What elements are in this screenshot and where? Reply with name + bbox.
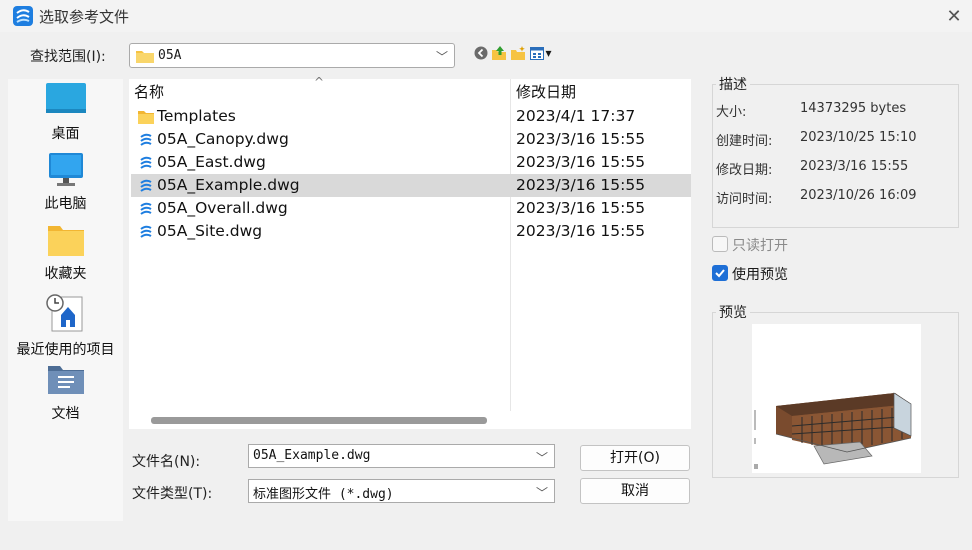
file-date: 2023/3/16 15:55 xyxy=(516,153,646,171)
list-item[interactable]: Templates 2023/4/1 17:37 xyxy=(131,105,691,128)
places-sidebar: 桌面 此电脑 收藏夹 最近使用的项目 文档 xyxy=(8,79,123,521)
sidebar-item-favorites[interactable]: 收藏夹 xyxy=(8,223,123,285)
desktop-icon xyxy=(46,83,86,117)
created-value: 2023/10/25 15:10 xyxy=(800,130,917,145)
recent-items-icon xyxy=(46,293,86,333)
file-name: 05A_East.dwg xyxy=(157,153,266,171)
filetype-value: 标准图形文件 (*.dwg) xyxy=(253,487,394,502)
filetype-label: 文件类型(T): xyxy=(132,486,213,502)
sidebar-item-label: 文档 xyxy=(51,406,80,422)
checkmark-icon xyxy=(715,269,725,278)
file-name: 05A_Overall.dwg xyxy=(157,199,288,217)
title-bar: 选取参考文件 ✕ xyxy=(0,0,972,32)
filename-value: 05A_Example.dwg xyxy=(253,448,371,463)
file-date: 2023/4/1 17:37 xyxy=(516,107,636,125)
dialog-title: 选取参考文件 xyxy=(39,8,130,26)
sidebar-item-label: 收藏夹 xyxy=(44,266,87,282)
use-preview-checkbox[interactable] xyxy=(712,265,728,281)
horizontal-scrollbar[interactable] xyxy=(129,411,691,429)
file-list[interactable]: 名称 ^ 修改日期 Templates 2023/4/1 17:37 05A_C… xyxy=(129,75,691,411)
preview-thumbnail-image xyxy=(752,324,921,473)
scrollbar-thumb[interactable] xyxy=(151,417,487,424)
file-name: 05A_Site.dwg xyxy=(157,222,263,240)
app-logo-icon xyxy=(13,6,33,26)
sidebar-item-label: 最近使用的项目 xyxy=(16,342,115,358)
description-title: 描述 xyxy=(716,74,750,94)
readonly-checkbox[interactable] xyxy=(712,236,728,252)
list-item[interactable]: 05A_Overall.dwg 2023/3/16 15:55 xyxy=(131,197,691,220)
chevron-down-icon[interactable]: ﹀ xyxy=(536,484,548,501)
dwg-file-icon xyxy=(140,156,152,169)
readonly-label: 只读打开 xyxy=(732,238,788,254)
sidebar-item-documents[interactable]: 文档 xyxy=(8,363,123,425)
sidebar-item-label: 此电脑 xyxy=(44,196,87,212)
new-folder-icon[interactable] xyxy=(509,44,527,62)
back-icon[interactable] xyxy=(472,44,490,62)
sort-ascending-icon: ^ xyxy=(314,75,325,89)
preview-title: 预览 xyxy=(716,302,750,322)
file-name: Templates xyxy=(157,107,236,125)
close-button[interactable]: ✕ xyxy=(938,2,970,30)
lookin-path-combo[interactable]: 05A ﹀ xyxy=(129,43,455,68)
building-model-drawing xyxy=(754,392,912,469)
file-date: 2023/3/16 15:55 xyxy=(516,176,646,194)
favorites-folder-icon xyxy=(46,223,86,257)
sidebar-item-label: 桌面 xyxy=(51,126,80,142)
sidebar-item-desktop[interactable]: 桌面 xyxy=(8,83,123,145)
list-item[interactable]: 05A_Site.dwg 2023/3/16 15:55 xyxy=(131,220,691,243)
sidebar-item-recent[interactable]: 最近使用的项目 xyxy=(8,293,123,365)
chevron-down-icon[interactable]: ﹀ xyxy=(436,48,448,65)
accessed-value: 2023/10/26 16:09 xyxy=(800,188,917,203)
sidebar-item-this-pc[interactable]: 此电脑 xyxy=(8,153,123,215)
open-button[interactable]: 打开(O) xyxy=(580,445,690,471)
column-header-date[interactable]: 修改日期 xyxy=(516,81,576,102)
view-menu-caret: ▾ xyxy=(545,46,552,60)
dwg-file-icon xyxy=(140,202,152,215)
folder-icon xyxy=(136,51,154,63)
accessed-label: 访问时间: xyxy=(716,192,773,207)
modified-label: 修改日期: xyxy=(716,163,773,178)
cancel-button[interactable]: 取消 xyxy=(580,478,690,504)
use-preview-label: 使用预览 xyxy=(732,267,788,283)
documents-icon xyxy=(46,363,86,397)
file-date: 2023/3/16 15:55 xyxy=(516,130,646,148)
filename-label: 文件名(N): xyxy=(132,454,201,470)
list-item[interactable]: 05A_Canopy.dwg 2023/3/16 15:55 xyxy=(131,128,691,151)
column-header-name[interactable]: 名称 xyxy=(134,81,164,102)
file-date: 2023/3/16 15:55 xyxy=(516,222,646,240)
created-label: 创建时间: xyxy=(716,134,773,149)
lookin-path-value: 05A xyxy=(158,48,182,63)
dwg-file-icon xyxy=(140,225,152,238)
size-value: 14373295 bytes xyxy=(800,101,907,116)
file-name: 05A_Example.dwg xyxy=(157,176,300,194)
file-name: 05A_Canopy.dwg xyxy=(157,130,289,148)
dwg-file-icon xyxy=(140,133,152,146)
dwg-file-icon xyxy=(140,179,152,192)
lookin-label: 查找范围(I): xyxy=(30,49,106,65)
list-item-selected[interactable]: 05A_Example.dwg 2023/3/16 15:55 xyxy=(131,174,691,197)
size-label: 大小: xyxy=(716,105,747,120)
view-menu-icon[interactable]: ▾ xyxy=(528,44,554,62)
modified-value: 2023/3/16 15:55 xyxy=(800,159,909,174)
filetype-select[interactable]: 标准图形文件 (*.dwg) ﹀ xyxy=(248,479,555,503)
folder-icon xyxy=(138,111,154,124)
list-item[interactable]: 05A_East.dwg 2023/3/16 15:55 xyxy=(131,151,691,174)
chevron-down-icon[interactable]: ﹀ xyxy=(536,449,548,466)
computer-icon xyxy=(46,153,86,187)
filename-input[interactable]: 05A_Example.dwg ﹀ xyxy=(248,444,555,468)
up-folder-icon[interactable] xyxy=(490,44,508,62)
file-date: 2023/3/16 15:55 xyxy=(516,199,646,217)
